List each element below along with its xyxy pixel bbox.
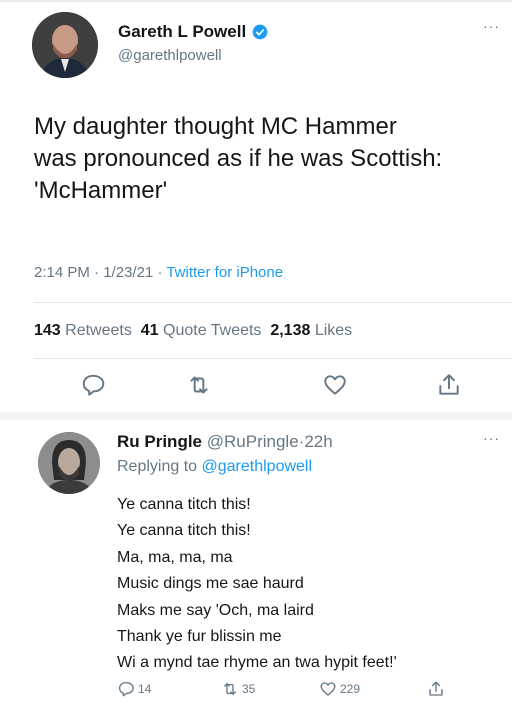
meta-separator: ·	[94, 264, 100, 281]
quotes-count: 41	[140, 322, 159, 339]
replying-to-label: Replying to	[117, 458, 198, 475]
tweet-stats: 143 Retweets 41 Quote Tweets 2,138 Likes	[34, 322, 352, 340]
quotes-label: Quote Tweets	[163, 322, 262, 339]
more-icon[interactable]: ···	[483, 18, 500, 34]
reply-age[interactable]: 22h	[304, 432, 332, 451]
reply-icon	[118, 681, 134, 697]
likes-count: 2,138	[270, 322, 311, 339]
retweets-count: 143	[34, 322, 61, 339]
reply-display-name[interactable]: Ru Pringle	[117, 432, 202, 451]
reply-like-button[interactable]: 229	[319, 680, 360, 698]
reply-text: Ye canna titch this! Ye canna titch this…	[117, 496, 397, 672]
author-handle[interactable]: @garethlpowell	[118, 47, 222, 64]
reply-handle[interactable]: @RuPringle	[207, 432, 299, 451]
reply-reply-button[interactable]: 14	[117, 680, 151, 698]
tweet-date: 1/23/21	[103, 264, 154, 281]
reply-actions: 14 35 229	[117, 680, 467, 706]
heart-icon	[320, 682, 336, 696]
reply-avatar[interactable]	[38, 432, 100, 494]
retweet-icon	[224, 683, 236, 695]
tweet-time: 2:14 PM	[34, 264, 90, 281]
reply-icon[interactable]	[80, 372, 106, 398]
reply-share-button[interactable]	[427, 680, 448, 698]
display-name[interactable]: Gareth L Powell	[118, 22, 246, 42]
verified-badge-icon	[252, 24, 268, 40]
profile-photo	[32, 12, 98, 78]
tweet-meta: 2:14 PM · 1/23/21 · Twitter for iPhone	[34, 264, 283, 281]
replying-to-handle[interactable]: @garethlpowell	[202, 458, 313, 475]
top-divider	[0, 0, 512, 2]
likes-stat[interactable]: 2,138 Likes	[270, 322, 352, 339]
tweet-text: My daughter thought MC Hammer was pronou…	[34, 113, 443, 204]
author-name[interactable]: Gareth L Powell	[118, 22, 268, 42]
reply-retweet-button[interactable]: 35	[221, 680, 255, 698]
share-icon	[429, 681, 443, 696]
avatar[interactable]	[32, 12, 98, 78]
likes-label: Likes	[314, 322, 353, 339]
retweet-count: 35	[242, 682, 256, 696]
divider	[34, 302, 512, 303]
reply-count: 14	[138, 682, 152, 696]
retweets-label: Retweets	[65, 322, 132, 339]
divider	[34, 358, 512, 359]
section-separator	[0, 412, 512, 420]
retweets-stat[interactable]: 143 Retweets	[34, 322, 132, 339]
share-icon[interactable]	[436, 372, 462, 398]
like-count: 229	[340, 682, 361, 696]
more-icon[interactable]: ···	[483, 430, 500, 446]
tweet-source[interactable]: Twitter for iPhone	[166, 264, 283, 281]
profile-photo	[38, 432, 100, 494]
meta-separator: ·	[157, 264, 163, 281]
heart-icon[interactable]	[322, 372, 348, 398]
quotes-stat[interactable]: 41 Quote Tweets	[141, 322, 262, 339]
reply-header: Ru Pringle @RuPringle·22h	[117, 432, 333, 452]
tweet-actions	[34, 372, 478, 404]
replying-to: Replying to @garethlpowell	[117, 458, 312, 476]
retweet-icon[interactable]	[186, 372, 212, 398]
